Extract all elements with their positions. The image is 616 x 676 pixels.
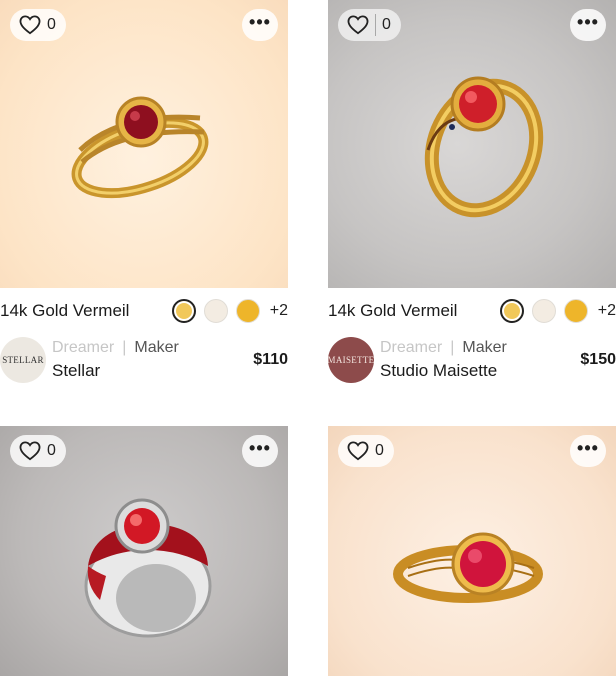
heart-icon <box>347 15 369 35</box>
more-options-button[interactable]: ••• <box>242 435 278 467</box>
title-row: 14k Gold Vermeil +2 <box>328 298 616 324</box>
color-swatch-gold[interactable] <box>171 299 196 323</box>
maker-roles: Dreamer | Maker <box>52 339 253 357</box>
like-button[interactable]: 0 <box>338 9 401 41</box>
product-card[interactable]: 0 ••• 14k Gold Vermeil +2 MAISETTE Dream… <box>328 0 616 383</box>
ring-image <box>424 76 544 218</box>
ellipsis-icon: ••• <box>249 12 271 32</box>
role-dreamer: Dreamer <box>380 339 443 356</box>
more-colors-count[interactable]: +2 <box>598 302 616 320</box>
color-swatches: +2 <box>499 299 616 323</box>
color-swatch-yellow-gold[interactable] <box>235 299 260 323</box>
like-count: 0 <box>47 442 56 459</box>
more-options-button[interactable]: ••• <box>570 9 606 41</box>
color-swatch-silver[interactable] <box>203 299 228 323</box>
role-separator: | <box>122 339 127 356</box>
heart-icon <box>347 441 369 461</box>
color-swatch-gold[interactable] <box>499 299 524 323</box>
maker-roles: Dreamer | Maker <box>380 339 580 357</box>
role-dreamer: Dreamer <box>52 339 115 356</box>
like-button[interactable]: 0 <box>10 9 66 41</box>
product-image[interactable]: 0 ••• <box>0 426 288 676</box>
ellipsis-icon: ••• <box>249 438 271 458</box>
product-card[interactable]: 0 ••• <box>328 426 616 676</box>
maker-row: STELLAR Dreamer | Maker Stellar $110 <box>0 336 288 384</box>
maker-name[interactable]: Studio Maisette <box>380 361 580 381</box>
more-options-button[interactable]: ••• <box>570 435 606 467</box>
price: $150 <box>580 351 616 368</box>
like-count: 0 <box>47 16 56 33</box>
like-count: 0 <box>382 16 391 33</box>
maker-row: MAISETTE Dreamer | Maker Studio Maisette… <box>328 336 616 384</box>
heart-icon <box>19 441 41 461</box>
role-separator: | <box>450 339 455 356</box>
ring-image <box>71 96 209 199</box>
color-swatch-yellow-gold[interactable] <box>563 299 588 323</box>
title-row: 14k Gold Vermeil +2 <box>0 298 288 324</box>
product-card[interactable]: 0 ••• 14k Gold Vermeil +2 STELLAR Dreame… <box>0 0 288 383</box>
ellipsis-icon: ••• <box>577 438 599 458</box>
color-swatches: +2 <box>171 299 288 323</box>
role-maker: Maker <box>134 339 179 356</box>
maker-info: Dreamer | Maker Stellar <box>52 339 253 381</box>
product-image[interactable]: 0 ••• <box>328 0 616 288</box>
avatar-text: MAISETTE <box>328 355 374 365</box>
more-colors-count[interactable]: +2 <box>270 302 288 320</box>
like-button[interactable]: 0 <box>10 435 66 467</box>
avatar-text: STELLAR <box>2 355 44 365</box>
product-card[interactable]: 0 ••• <box>0 426 288 676</box>
avatar[interactable]: STELLAR <box>0 337 46 383</box>
ellipsis-icon: ••• <box>577 12 599 32</box>
price: $110 <box>253 351 288 368</box>
product-title[interactable]: 14k Gold Vermeil <box>328 301 500 321</box>
product-image[interactable]: 0 ••• <box>328 426 616 676</box>
color-swatch-silver[interactable] <box>531 299 556 323</box>
heart-icon <box>19 15 41 35</box>
maker-info: Dreamer | Maker Studio Maisette <box>380 339 580 381</box>
product-title[interactable]: 14k Gold Vermeil <box>0 301 172 321</box>
more-options-button[interactable]: ••• <box>242 9 278 41</box>
avatar[interactable]: MAISETTE <box>328 337 374 383</box>
like-count: 0 <box>375 442 384 459</box>
like-divider <box>375 14 376 36</box>
product-image[interactable]: 0 ••• <box>0 0 288 288</box>
maker-name[interactable]: Stellar <box>52 361 253 381</box>
like-button[interactable]: 0 <box>338 435 394 467</box>
role-maker: Maker <box>462 339 507 356</box>
